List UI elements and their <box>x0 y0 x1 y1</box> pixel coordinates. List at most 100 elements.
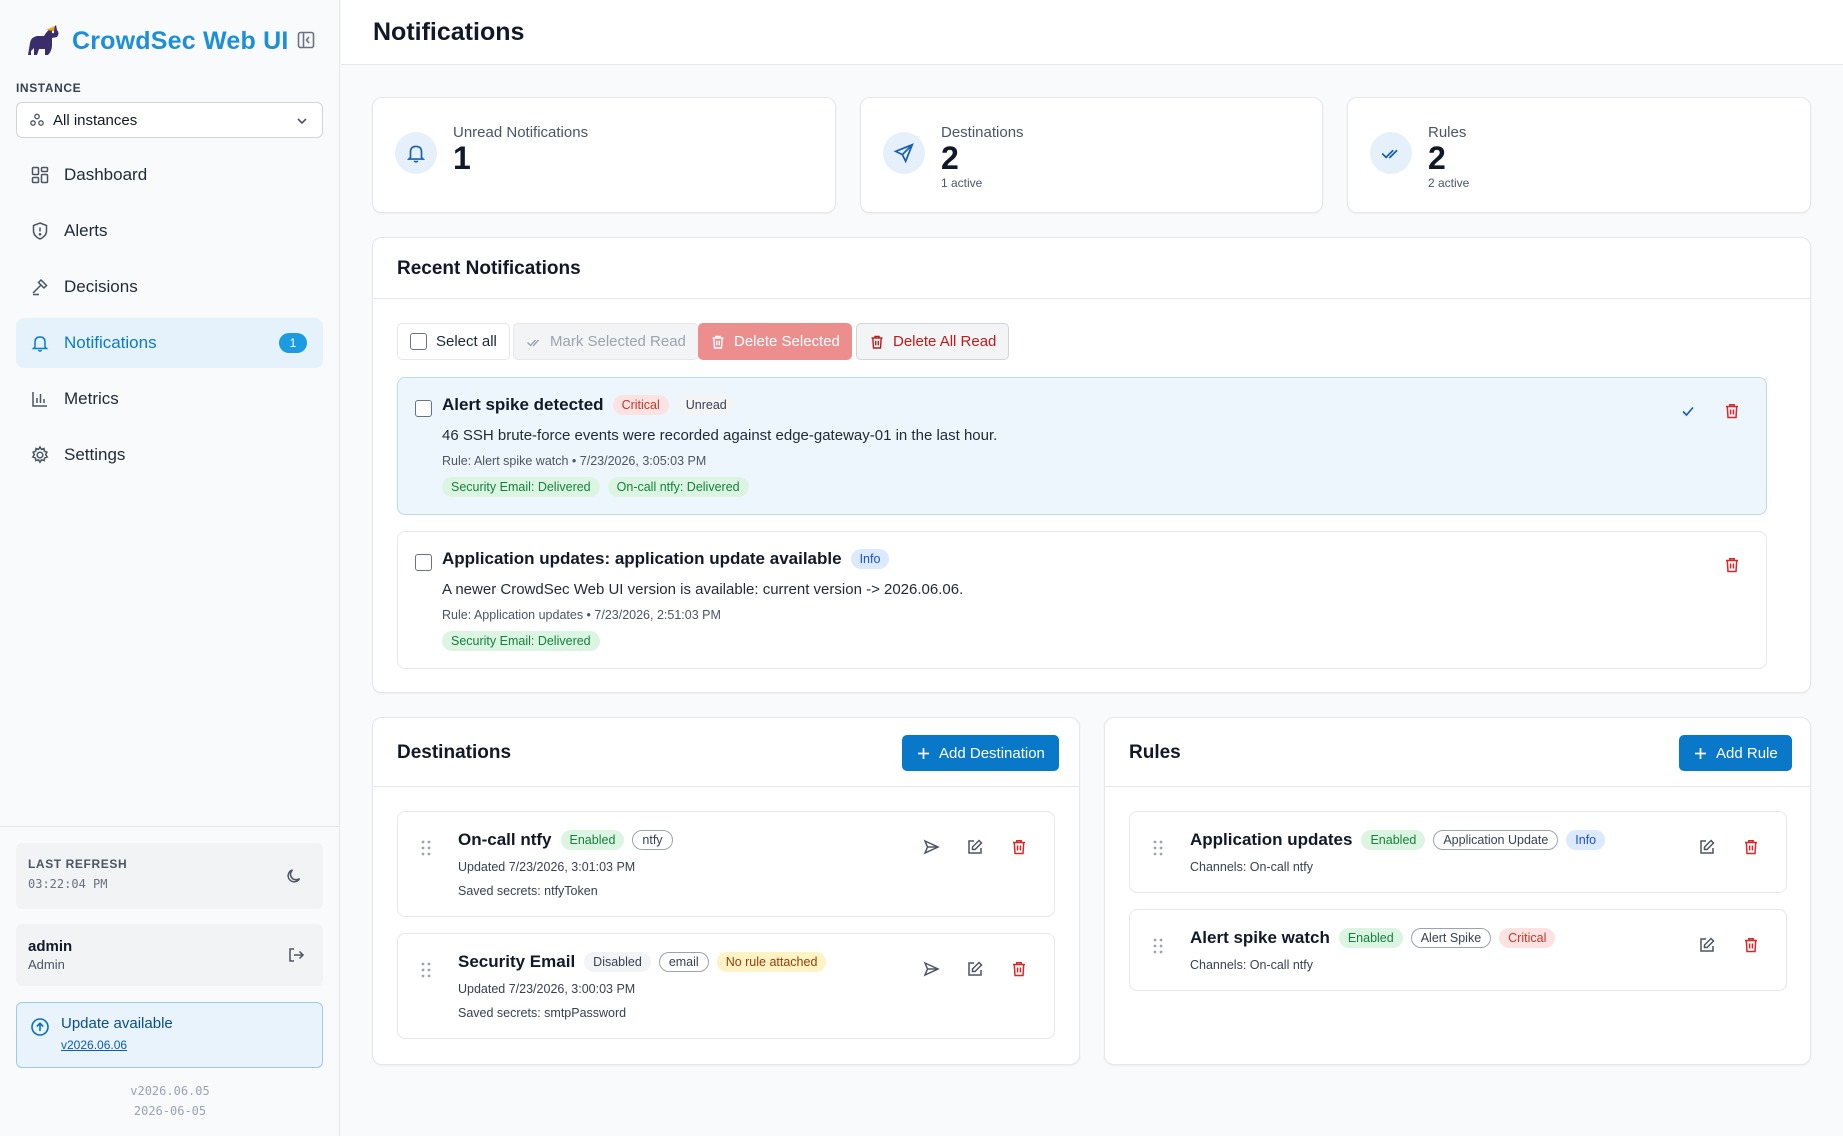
double-check-icon <box>1370 132 1412 174</box>
logout-icon[interactable] <box>287 946 305 964</box>
severity-badge: Info <box>1566 830 1606 850</box>
mark-read-button[interactable] <box>1679 402 1697 420</box>
rule-channels: Channels: On-call ntfy <box>1190 860 1313 874</box>
edit-destination-button[interactable] <box>966 960 984 978</box>
delete-notification-button[interactable] <box>1723 556 1741 574</box>
delete-selected-button[interactable]: Delete Selected <box>698 323 852 360</box>
instance-select[interactable]: All instances <box>16 102 323 138</box>
chevron-down-icon <box>297 118 307 125</box>
destination-name: On-call ntfy <box>458 830 552 849</box>
sidebar-divider <box>0 826 340 827</box>
edit-rule-button[interactable] <box>1698 838 1716 856</box>
rule-item[interactable]: Alert spike watch Enabled Alert Spike Cr… <box>1129 909 1787 991</box>
card-divider <box>1105 786 1810 787</box>
rule-title-row: Application updates Enabled Application … <box>1190 830 1613 850</box>
notification-title: Application updates: application update … <box>442 549 842 568</box>
select-all-label: Select all <box>436 333 497 350</box>
send-icon <box>923 961 940 977</box>
severity-badge: Critical <box>1499 928 1556 948</box>
drag-handle-icon[interactable] <box>420 961 432 979</box>
section-title: Rules <box>1129 742 1181 763</box>
edit-destination-button[interactable] <box>966 838 984 856</box>
gavel-icon <box>32 278 48 296</box>
send-icon <box>883 132 925 174</box>
test-destination-button[interactable] <box>922 960 940 978</box>
rule-name: Application updates <box>1190 830 1353 849</box>
gear-icon <box>31 445 49 464</box>
notification-checkbox[interactable] <box>415 400 432 417</box>
drag-handle-icon[interactable] <box>420 839 432 857</box>
brand[interactable]: CrowdSec Web UI <box>22 18 288 64</box>
notification-item[interactable]: Alert spike detected Critical Unread 46 … <box>397 377 1767 515</box>
stat-label: Unread Notifications <box>453 124 589 141</box>
status-badge: Enabled <box>1338 928 1403 948</box>
destination-title-row: Security Email Disabled email No rule at… <box>458 952 834 972</box>
sidebar-item-notifications[interactable]: Notifications 1 <box>16 318 323 368</box>
edit-icon <box>968 961 983 976</box>
sidebar-nav: Dashboard Alerts Decisions Notifications… <box>16 150 323 486</box>
sidebar-item-settings[interactable]: Settings <box>16 430 323 480</box>
stat-value: 1 <box>453 140 471 176</box>
unread-badge: Unread <box>676 395 736 415</box>
delete-all-read-button[interactable]: Delete All Read <box>856 323 1010 360</box>
stat-label: Rules <box>1428 124 1467 141</box>
destination-secrets: Saved secrets: smtpPassword <box>458 1006 627 1020</box>
sidebar-item-alerts[interactable]: Alerts <box>16 206 323 256</box>
notification-checkbox[interactable] <box>415 554 432 571</box>
page-title: Notifications <box>373 18 525 46</box>
test-destination-button[interactable] <box>922 838 940 856</box>
trash-icon <box>1726 558 1738 573</box>
sidebar-item-decisions[interactable]: Decisions <box>16 262 323 312</box>
trash-icon <box>871 335 883 349</box>
select-all-button[interactable]: Select all <box>397 323 510 360</box>
sidebar-item-label: Alerts <box>64 221 108 240</box>
mark-selected-read-label: Mark Selected Read <box>550 333 686 350</box>
rule-channels: Channels: On-call ntfy <box>1190 958 1313 972</box>
drag-handle-icon[interactable] <box>1152 937 1164 955</box>
instance-select-value: All instances <box>53 111 138 129</box>
destination-item[interactable]: On-call ntfy Enabled ntfy Updated 7/23/2… <box>397 811 1055 917</box>
stat-value: 2 <box>1428 140 1446 176</box>
add-rule-button[interactable]: Add Rule <box>1679 735 1792 771</box>
rules-card: Rules Add Rule Application updates Enabl… <box>1104 717 1811 1065</box>
trash-icon <box>1745 938 1757 953</box>
update-version-link[interactable]: v2026.06.06 <box>61 1038 127 1052</box>
notification-count-badge: 1 <box>279 333 307 353</box>
card-divider <box>373 298 1810 299</box>
rule-name: Alert spike watch <box>1190 928 1330 947</box>
delete-rule-button[interactable] <box>1742 936 1760 954</box>
destination-item[interactable]: Security Email Disabled email No rule at… <box>397 933 1055 1039</box>
user-name: admin <box>28 938 73 955</box>
collapse-sidebar-icon[interactable] <box>296 30 316 50</box>
type-badge: Application Update <box>1433 830 1559 850</box>
delete-notification-button[interactable] <box>1723 402 1741 420</box>
notification-message: A newer CrowdSec Web UI version is avail… <box>442 581 964 598</box>
delete-destination-button[interactable] <box>1010 838 1028 856</box>
add-destination-button[interactable]: Add Destination <box>902 735 1059 771</box>
notification-item[interactable]: Application updates: application update … <box>397 531 1767 669</box>
delete-selected-label: Delete Selected <box>734 333 840 350</box>
moon-icon[interactable] <box>285 867 303 885</box>
sidebar-item-dashboard[interactable]: Dashboard <box>16 150 323 200</box>
double-check-icon <box>527 339 540 347</box>
section-title: Recent Notifications <box>397 258 581 279</box>
sidebar: CrowdSec Web UI INSTANCE All instances D… <box>0 0 340 1136</box>
destination-updated: Updated 7/23/2026, 3:00:03 PM <box>458 982 636 996</box>
delete-destination-button[interactable] <box>1010 960 1028 978</box>
rule-item[interactable]: Application updates Enabled Application … <box>1129 811 1787 893</box>
drag-handle-icon[interactable] <box>1152 839 1164 857</box>
edit-rule-button[interactable] <box>1698 936 1716 954</box>
severity-badge: Info <box>850 549 890 569</box>
delete-rule-button[interactable] <box>1742 838 1760 856</box>
update-title: Update available <box>61 1015 173 1032</box>
select-all-checkbox[interactable] <box>410 333 427 350</box>
notification-title-row: Alert spike detected Critical Unread <box>442 395 744 415</box>
sidebar-item-label: Notifications <box>64 333 157 352</box>
mark-selected-read-button[interactable]: Mark Selected Read <box>513 323 699 360</box>
destination-secrets: Saved secrets: ntfyToken <box>458 884 598 898</box>
last-refresh-card: LAST REFRESH 03:22:04 PM <box>16 843 323 909</box>
add-rule-label: Add Rule <box>1716 744 1778 762</box>
sidebar-item-metrics[interactable]: Metrics <box>16 374 323 424</box>
app-version: v2026.06.05 <box>130 1084 210 1098</box>
type-badge: Alert Spike <box>1410 928 1492 948</box>
